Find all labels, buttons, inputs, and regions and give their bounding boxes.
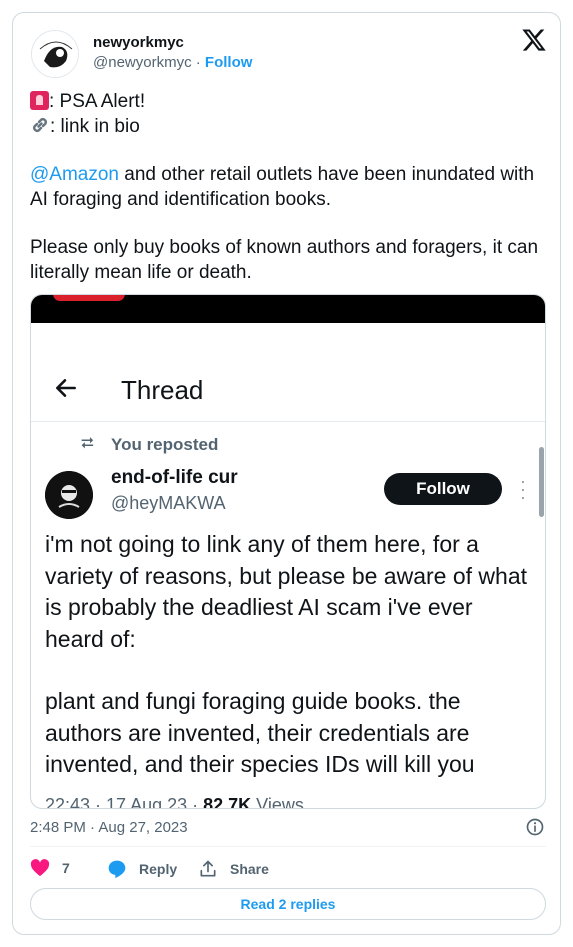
- siren-emoji-icon: [30, 91, 49, 110]
- tweet-paragraph-2: @Amazon and other retail outlets have be…: [30, 162, 540, 212]
- repost-label: You reposted: [111, 435, 219, 454]
- tweet-timestamp[interactable]: 2:48 PM · Aug 27, 2023: [30, 819, 188, 836]
- inner-post-text: i'm not going to link any of them here, …: [45, 529, 531, 781]
- inner-meta-views-label: Views: [251, 795, 304, 809]
- inner-follow-button: Follow: [384, 473, 502, 505]
- share-label: Share: [230, 861, 269, 877]
- tweet-text: : PSA Alert! : link in bio @Amazon and o…: [30, 89, 540, 285]
- like-count: 7: [62, 860, 70, 876]
- tweet-line-2: : link in bio: [30, 114, 540, 139]
- inner-meta-views-count: 82.7K: [203, 795, 252, 809]
- x-logo-icon[interactable]: [521, 27, 547, 53]
- action-divider: [30, 846, 546, 847]
- read-replies-button[interactable]: Read 2 replies: [30, 888, 546, 920]
- inner-paragraph-1: i'm not going to link any of them here, …: [45, 531, 528, 652]
- author-avatar[interactable]: [31, 30, 79, 78]
- more-options-icon: · · ·: [520, 471, 526, 507]
- author-handle-line: @newyorkmyc · Follow: [93, 54, 252, 71]
- share-button[interactable]: Share: [198, 859, 269, 879]
- inner-author-handle: @heyMAKWA: [111, 493, 226, 513]
- handle-separator: ·: [191, 54, 205, 71]
- tweet-line-1: : PSA Alert!: [30, 89, 540, 114]
- media-status-bar: [31, 295, 545, 323]
- thread-title: Thread: [121, 375, 204, 405]
- info-icon[interactable]: [525, 817, 545, 837]
- repost-icon: ⮂: [81, 435, 94, 452]
- link-emoji-icon: [33, 118, 47, 132]
- tweet-line-1-text: : PSA Alert!: [49, 91, 146, 112]
- tweet-line-2-text: : link in bio: [50, 116, 140, 137]
- inner-author-name: end-of-life cur: [111, 467, 238, 488]
- tweet-card: newyorkmyc @newyorkmyc · Follow : PSA Al…: [12, 12, 561, 935]
- inner-meta-time: 22:43 · 17 Aug 23 ·: [45, 795, 204, 809]
- heart-icon: [30, 859, 50, 877]
- mention-amazon[interactable]: @Amazon: [30, 164, 119, 185]
- media-status-pill: [53, 295, 125, 301]
- inner-post-meta: 22:43 · 17 Aug 23 · 82.7K Views: [45, 795, 304, 809]
- reply-label: Reply: [139, 861, 178, 877]
- author-handle[interactable]: @newyorkmyc: [93, 54, 192, 71]
- inner-author-avatar: [45, 471, 93, 519]
- tweet-paragraph-3: Please only buy books of known authors a…: [30, 237, 539, 283]
- tweet-actions: 7 Reply Share: [30, 856, 546, 880]
- inner-paragraph-2: plant and fungi foraging guide books. th…: [45, 688, 475, 777]
- reply-bubble-icon: [108, 860, 126, 879]
- media-screenshot[interactable]: Thread ⮂ You reposted end-of-life cur @h…: [30, 294, 546, 809]
- back-arrow-icon: [56, 379, 76, 397]
- follow-link[interactable]: Follow: [205, 54, 253, 71]
- share-icon: [200, 860, 216, 877]
- author-name[interactable]: newyorkmyc: [93, 34, 184, 51]
- like-button[interactable]: 7: [30, 859, 70, 877]
- media-scrollbar: [539, 447, 544, 517]
- reply-button[interactable]: Reply: [107, 859, 177, 879]
- media-divider: [31, 421, 545, 422]
